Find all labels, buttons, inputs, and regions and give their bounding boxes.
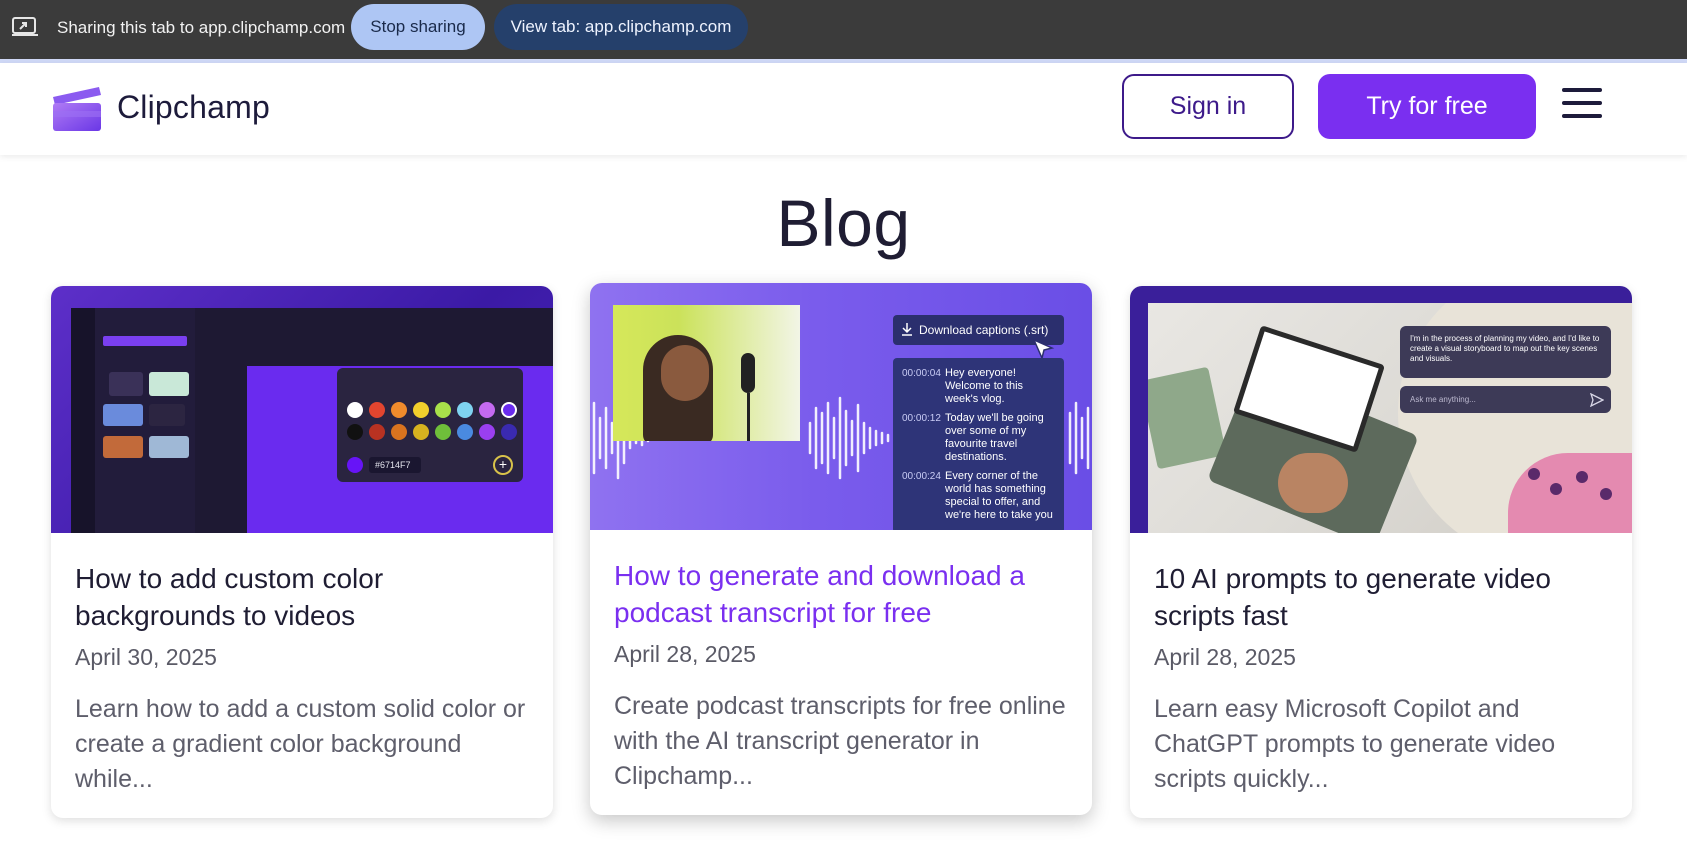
copilot-chat-message: I'm in the process of planning my video,… xyxy=(1400,326,1611,378)
blog-card[interactable]: I'm in the process of planning my video,… xyxy=(1130,286,1632,818)
brand-name[interactable]: Clipchamp xyxy=(117,89,270,126)
card-date: April 30, 2025 xyxy=(75,644,217,670)
site-header: Clipchamp Sign in Try for free xyxy=(0,63,1687,155)
download-icon xyxy=(902,323,912,336)
card-thumbnail-laptop[interactable]: I'm in the process of planning my video,… xyxy=(1130,286,1632,533)
card-title[interactable]: How to generate and download a podcast t… xyxy=(614,557,1068,631)
page-title: Blog xyxy=(776,186,911,260)
card-excerpt: Learn easy Microsoft Copilot and ChatGPT… xyxy=(1154,695,1556,793)
card-date: April 28, 2025 xyxy=(614,641,756,667)
sharing-status-text: Sharing this tab to app.clipchamp.com xyxy=(57,18,346,37)
card-date: April 28, 2025 xyxy=(1154,644,1296,670)
try-for-free-button[interactable]: Try for free xyxy=(1318,74,1536,139)
captions-panel: 00:00:04 Hey everyone! Welcome to this w… xyxy=(893,358,1064,530)
hex-color-input: #6714F7 xyxy=(369,457,421,473)
ask-input: Ask me anything... xyxy=(1400,386,1611,413)
card-excerpt: Learn how to add a custom solid color or… xyxy=(75,695,526,793)
card-excerpt: Create podcast transcripts for free onli… xyxy=(614,692,1066,790)
blog-card[interactable]: Download captions (.srt) 00:00:04 Hey ev… xyxy=(590,283,1092,815)
add-color-icon: + xyxy=(493,455,513,475)
hamburger-menu-icon[interactable] xyxy=(1562,88,1604,124)
card-title[interactable]: How to add custom color backgrounds to v… xyxy=(75,560,529,634)
sign-in-button[interactable]: Sign in xyxy=(1122,74,1294,139)
podcast-host-photo xyxy=(613,305,800,441)
blog-card[interactable]: #6714F7 + How to add custom color backgr… xyxy=(51,286,553,818)
view-tab-button[interactable]: View tab: app.clipchamp.com xyxy=(494,4,748,50)
send-icon xyxy=(1590,393,1604,407)
stop-sharing-button[interactable]: Stop sharing xyxy=(351,4,485,50)
clipchamp-logo-icon[interactable] xyxy=(51,83,103,133)
screen-share-icon xyxy=(12,17,38,36)
card-thumbnail-podcast[interactable]: Download captions (.srt) 00:00:04 Hey ev… xyxy=(590,283,1092,530)
tab-sharing-bar: Sharing this tab to app.clipchamp.com St… xyxy=(0,0,1687,59)
card-thumbnail-editor[interactable]: #6714F7 + xyxy=(51,286,553,533)
card-title[interactable]: 10 AI prompts to generate video scripts … xyxy=(1154,560,1608,634)
